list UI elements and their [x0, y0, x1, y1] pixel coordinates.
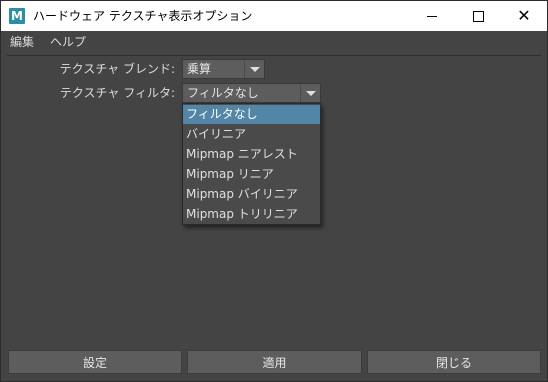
menu-divider: [7, 55, 541, 56]
maya-app-icon: M: [9, 8, 25, 24]
menu-edit[interactable]: 編集: [10, 34, 34, 50]
title-bar[interactable]: M ハードウェア テクスチャ表示オプション ✕: [1, 1, 547, 31]
chevron-down-icon: [244, 60, 264, 78]
maximize-button[interactable]: [455, 1, 501, 31]
window-title: ハードウェア テクスチャ表示オプション: [33, 9, 253, 23]
texture-filter-dropdown[interactable]: フィルタなし: [182, 83, 321, 103]
close-button[interactable]: 閉じる: [367, 350, 541, 374]
texture-filter-options-list: フィルタなし バイリニア Mipmap ニアレスト Mipmap リニア Mip…: [182, 103, 321, 225]
filter-option-mipmap-linear[interactable]: Mipmap リニア: [183, 165, 320, 184]
filter-option-mipmap-bilinear[interactable]: Mipmap バイリニア: [183, 185, 320, 204]
apply-button[interactable]: 適用: [187, 350, 362, 374]
menu-bar: 編集 ヘルプ: [1, 32, 547, 52]
menu-help[interactable]: ヘルプ: [50, 34, 86, 50]
dialog-window: M ハードウェア テクスチャ表示オプション ✕ 編集 ヘルプ テクスチャ ブレン…: [0, 0, 548, 382]
minimize-button[interactable]: [409, 1, 455, 31]
minimize-icon: [427, 15, 437, 17]
settings-button[interactable]: 設定: [8, 350, 182, 374]
maximize-icon: [472, 10, 484, 22]
filter-option-none[interactable]: フィルタなし: [183, 105, 320, 124]
filter-option-mipmap-nearest[interactable]: Mipmap ニアレスト: [183, 145, 320, 164]
close-icon: ✕: [517, 6, 531, 25]
texture-filter-value: フィルタなし: [187, 86, 259, 100]
filter-option-bilinear[interactable]: バイリニア: [183, 125, 320, 144]
texture-blend-label: テクスチャ ブレンド:: [59, 62, 175, 76]
texture-filter-label: テクスチャ フィルタ:: [59, 86, 175, 100]
filter-option-mipmap-trilinear[interactable]: Mipmap トリリニア: [183, 205, 320, 224]
texture-blend-dropdown[interactable]: 乗算: [182, 59, 265, 79]
close-window-button[interactable]: ✕: [501, 1, 547, 31]
texture-blend-value: 乗算: [187, 62, 212, 76]
chevron-down-icon: [300, 84, 320, 102]
